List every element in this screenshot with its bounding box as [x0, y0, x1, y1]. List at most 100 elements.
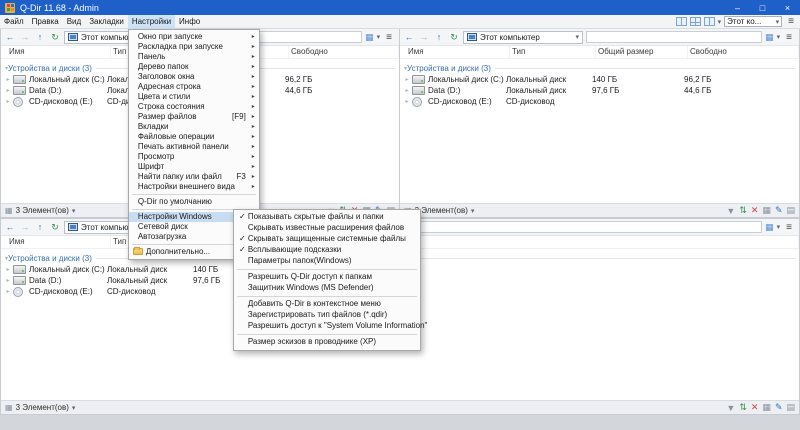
- submenu-item[interactable]: Защитник Windows (MS Defender): [234, 283, 420, 294]
- menu-info[interactable]: Инфо: [175, 15, 204, 29]
- close-button[interactable]: ×: [775, 0, 800, 15]
- back-button[interactable]: ←: [4, 222, 16, 232]
- maximize-button[interactable]: □: [750, 0, 775, 15]
- filter-input[interactable]: [586, 31, 763, 43]
- computer-icon: [68, 33, 78, 41]
- menu-file[interactable]: Файл: [0, 15, 28, 29]
- up-button[interactable]: ↑: [34, 222, 46, 232]
- column-header-name[interactable]: Имя: [7, 46, 111, 58]
- pane-menu-button[interactable]: ≡: [383, 32, 395, 43]
- delete-icon[interactable]: ✕: [751, 205, 759, 216]
- pane-menu-button[interactable]: ≡: [783, 32, 795, 43]
- column-header-size[interactable]: Общий размер: [596, 46, 688, 58]
- expand-icon[interactable]: ▸: [3, 266, 13, 273]
- refresh-button[interactable]: ↻: [448, 32, 460, 43]
- notes-icon[interactable]: ▤: [786, 205, 795, 216]
- check-icon: ✓: [238, 212, 246, 221]
- minimize-button[interactable]: –: [725, 0, 750, 15]
- column-header-name[interactable]: Имя: [7, 236, 111, 248]
- expand-icon[interactable]: ▸: [3, 277, 13, 284]
- main-menu-hamburger-button[interactable]: ≡: [785, 16, 797, 27]
- back-button[interactable]: ←: [4, 32, 16, 42]
- edit-icon[interactable]: ✎: [775, 402, 783, 413]
- layout-3-panes-button[interactable]: [703, 17, 715, 26]
- app-icon: [5, 2, 15, 13]
- chevron-down-icon: ▾: [575, 34, 579, 41]
- expand-icon[interactable]: ▸: [402, 98, 412, 105]
- back-button[interactable]: ←: [403, 32, 415, 42]
- menu-bookmarks[interactable]: Закладки: [85, 15, 128, 29]
- forward-button[interactable]: →: [418, 32, 430, 42]
- chevron-down-icon[interactable]: ▾: [72, 207, 76, 215]
- chevron-down-icon[interactable]: ▾: [777, 223, 781, 231]
- pane-toolbar-right: ▦ ▾ ≡: [765, 222, 796, 233]
- group-header[interactable]: ▾ Устройства и диски (3): [400, 62, 799, 74]
- drive-icon: [13, 265, 26, 274]
- menu-edit[interactable]: Правка: [28, 15, 63, 29]
- pane-status-bar: ▦ 3 Элемент(ов) ▾ ▼ ⇅ ✕ ▦ ✎ ▤: [1, 400, 799, 414]
- expand-icon[interactable]: ▸: [402, 76, 412, 83]
- refresh-button[interactable]: ↻: [49, 222, 61, 233]
- forward-button[interactable]: →: [19, 32, 31, 42]
- edit-icon[interactable]: ✎: [775, 205, 783, 216]
- pane-toolbar-right: ▦ ▾ ≡: [765, 32, 796, 43]
- menu-item[interactable]: Настройки внешнего вида ▸: [129, 182, 259, 192]
- filter-icon[interactable]: ▼: [726, 403, 735, 413]
- expand-icon[interactable]: ▸: [3, 98, 13, 105]
- pane-toolbar: ← → ↑ ↻ Этот компьютер ▾ ▦ ▾ ≡: [400, 29, 799, 46]
- table-row[interactable]: ▸ Локальный диск (C:)Локальный диск140 Г…: [400, 74, 799, 85]
- status-item-count: 3 Элемент(ов): [15, 403, 69, 412]
- chevron-down-icon[interactable]: ▾: [72, 404, 76, 412]
- column-headers: Имя Тип Общий размер Свободно: [400, 46, 799, 59]
- submenu-item[interactable]: Разрешить доступ к "System Volume Inform…: [234, 321, 428, 332]
- pane-toolbar-right: ▦ ▾ ≡: [365, 32, 396, 43]
- table-row[interactable]: ▸ CD-дисковод (E:)CD-дисковод: [400, 96, 799, 107]
- chevron-down-icon[interactable]: ▾: [777, 33, 781, 41]
- menu-item-qdir-defaults[interactable]: Q-Dir по умолчанию: [129, 197, 259, 207]
- items-icon: ▦: [5, 403, 13, 412]
- chevron-down-icon[interactable]: ▾: [471, 207, 475, 215]
- expand-icon[interactable]: ▸: [3, 76, 13, 83]
- view-mode-button[interactable]: ▦: [365, 32, 374, 43]
- grid-view-icon[interactable]: ▦: [762, 205, 771, 216]
- menu-settings[interactable]: Настройки Окно при запуске ▸ Раскладка пр…: [127, 14, 427, 351]
- submenu-arrow-icon: ▸: [251, 183, 255, 190]
- column-header-type[interactable]: Тип: [510, 46, 596, 58]
- submenu-item[interactable]: Параметры папок(Windows): [234, 256, 420, 267]
- expand-icon[interactable]: ▸: [3, 87, 13, 94]
- items-icon: ▦: [5, 206, 13, 215]
- refresh-button[interactable]: ↻: [49, 32, 61, 43]
- column-header-free[interactable]: Свободно: [688, 46, 799, 58]
- view-mode-button[interactable]: ▦: [765, 32, 774, 43]
- drive-icon: [13, 86, 26, 95]
- view-mode-button[interactable]: ▦: [765, 222, 774, 233]
- layout-4-panes-button[interactable]: [689, 17, 701, 26]
- chevron-down-icon[interactable]: ▾: [377, 33, 381, 41]
- swap-panes-icon[interactable]: ⇅: [739, 205, 747, 216]
- swap-panes-icon[interactable]: ⇅: [739, 402, 747, 413]
- up-button[interactable]: ↑: [34, 32, 46, 42]
- settings-dropdown-menu: Окно при запуске ▸ Раскладка при запуске ▸…: [127, 28, 427, 351]
- layout-2-panes-button[interactable]: [675, 17, 687, 26]
- pane-menu-button[interactable]: ≡: [783, 222, 795, 233]
- window-title: Q-Dir 11.68 - Admin: [20, 2, 99, 13]
- up-button[interactable]: ↑: [433, 32, 445, 42]
- column-header-name[interactable]: Имя: [406, 46, 510, 58]
- menu-view[interactable]: Вид: [63, 15, 85, 29]
- windows-settings-submenu: ✓ Показывать скрытые файлы и папки Скрыва…: [232, 208, 428, 351]
- chevron-down-icon: ▾: [775, 18, 780, 26]
- expand-icon[interactable]: ▸: [402, 87, 412, 94]
- column-header-free[interactable]: Свободно: [289, 46, 399, 58]
- quick-address-combo[interactable]: Этот ко... ▾: [724, 16, 783, 27]
- filter-icon[interactable]: ▼: [726, 206, 735, 216]
- expand-icon[interactable]: ▸: [3, 288, 13, 295]
- delete-icon[interactable]: ✕: [751, 402, 759, 413]
- layout-caret-icon[interactable]: ▾: [718, 18, 722, 26]
- forward-button[interactable]: →: [19, 222, 31, 232]
- address-bar[interactable]: Этот компьютер ▾: [463, 30, 583, 44]
- grid-view-icon[interactable]: ▦: [762, 402, 771, 413]
- folder-icon: [132, 247, 143, 255]
- submenu-item[interactable]: Размер эскизов в проводнике (XP): [234, 337, 420, 348]
- table-row[interactable]: ▸ Data (D:)Локальный диск97,6 ГБ44,6 ГБ: [400, 85, 799, 96]
- notes-icon[interactable]: ▤: [786, 402, 795, 413]
